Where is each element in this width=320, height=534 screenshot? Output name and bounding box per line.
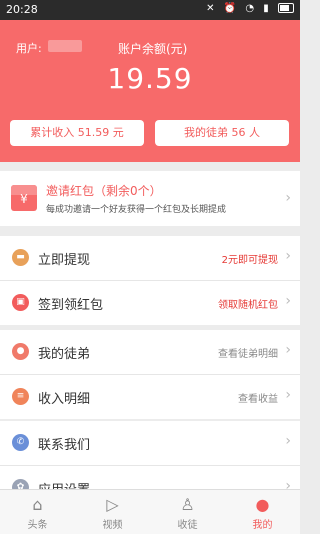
tab-label: 头条 — [27, 520, 48, 531]
invite-title: 邀请红包（剩余0个） — [46, 184, 162, 198]
alarm-icon: ⏰ — [223, 3, 240, 14]
tab-play[interactable]: ▷ 视频 — [75, 490, 150, 534]
status-time: 20:28 — [6, 3, 38, 16]
tab-label: 我的 — [252, 520, 273, 531]
red-envelope-icon: ¥ — [11, 185, 37, 211]
tab-profile[interactable]: ● 我的 — [225, 490, 300, 534]
chevron-right-icon: › — [285, 248, 291, 264]
menu-row-value: 查看收益 — [238, 394, 278, 405]
menu-row[interactable]: ≡ 收入明细 查看收益 › — [0, 375, 300, 419]
chevron-right-icon: › — [285, 190, 291, 206]
chevron-right-icon: › — [285, 342, 291, 358]
menu-row-label: 我的徒弟 — [38, 347, 91, 362]
menu-row-label: 收入明细 — [38, 392, 91, 407]
add-person-icon: ♙ — [180, 495, 195, 514]
invite-red-packet-row[interactable]: ¥ 邀请红包（剩余0个） 每成功邀请一个好友获得一个红包及长期提成 › — [0, 171, 300, 226]
menu-row-value: 2元即可提现 — [221, 255, 278, 266]
menu-row[interactable]: ▬ 立即提现 2元即可提现 › — [0, 236, 300, 281]
menu-row[interactable]: ● 我的徒弟 查看徒弟明细 › — [0, 330, 300, 375]
group-apprentice: ● 我的徒弟 查看徒弟明细 › ≡ 收入明细 查看收益 › — [0, 330, 300, 419]
home-icon: ⌂ — [32, 495, 43, 514]
balance-label: 账户余额(元) — [118, 42, 188, 56]
status-bar: 20:28 ✕ ⏰ ◔ ▮ — [0, 0, 300, 20]
group-cash: ▬ 立即提现 2元即可提现 › ▣ 签到领红包 领取随机红包 › — [0, 236, 300, 325]
menu-row[interactable]: ▣ 签到领红包 领取随机红包 › — [0, 281, 300, 325]
tab-label: 视频 — [102, 520, 123, 531]
menu-row-value: 查看徒弟明细 — [218, 349, 278, 360]
menu-row[interactable]: ✆ 联系我们 › — [0, 421, 300, 466]
chevron-right-icon: › — [285, 293, 291, 309]
tab-home[interactable]: ⌂ 头条 — [0, 490, 75, 534]
user-name-redacted — [48, 40, 82, 52]
person-icon: ● — [12, 343, 29, 360]
menu-row-label: 联系我们 — [38, 438, 91, 453]
my-apprentices-button[interactable]: 我的徒弟 56 人 — [155, 120, 289, 146]
gift-icon: ▣ — [12, 294, 29, 311]
menu-row-label: 立即提现 — [38, 253, 91, 268]
bottom-tab-bar: ⌂ 头条 ▷ 视频 ♙ 收徒 ● 我的 — [0, 489, 300, 534]
play-icon: ▷ — [106, 495, 119, 514]
phone-icon: ✆ — [12, 434, 29, 451]
chevron-right-icon: › — [285, 387, 291, 403]
menu-row-value: 领取随机红包 — [218, 300, 278, 311]
menu-row-label: 签到领红包 — [38, 298, 104, 313]
list-icon: ≡ — [12, 388, 29, 405]
profile-icon: ● — [255, 495, 270, 514]
tab-add-person[interactable]: ♙ 收徒 — [150, 490, 225, 534]
invite-subtitle: 每成功邀请一个好友获得一个红包及长期提成 — [46, 205, 227, 215]
user-label: 用户: — [16, 42, 42, 55]
tab-label: 收徒 — [177, 520, 198, 531]
wallet-icon: ▬ — [12, 249, 29, 266]
mute-icon: ✕ — [206, 3, 218, 14]
signal-icon: ▮ — [263, 3, 272, 14]
wifi-icon: ◔ — [245, 3, 258, 14]
cumulative-income-button[interactable]: 累计收入 51.59 元 — [10, 120, 144, 146]
chevron-right-icon: › — [285, 433, 291, 449]
account-header: 用户: 账户余额(元) 19.59 累计收入 51.59 元 我的徒弟 56 人 — [0, 20, 300, 162]
status-icons: ✕ ⏰ ◔ ▮ — [206, 3, 294, 14]
balance-amount: 19.59 — [107, 62, 193, 95]
battery-icon — [278, 3, 294, 13]
